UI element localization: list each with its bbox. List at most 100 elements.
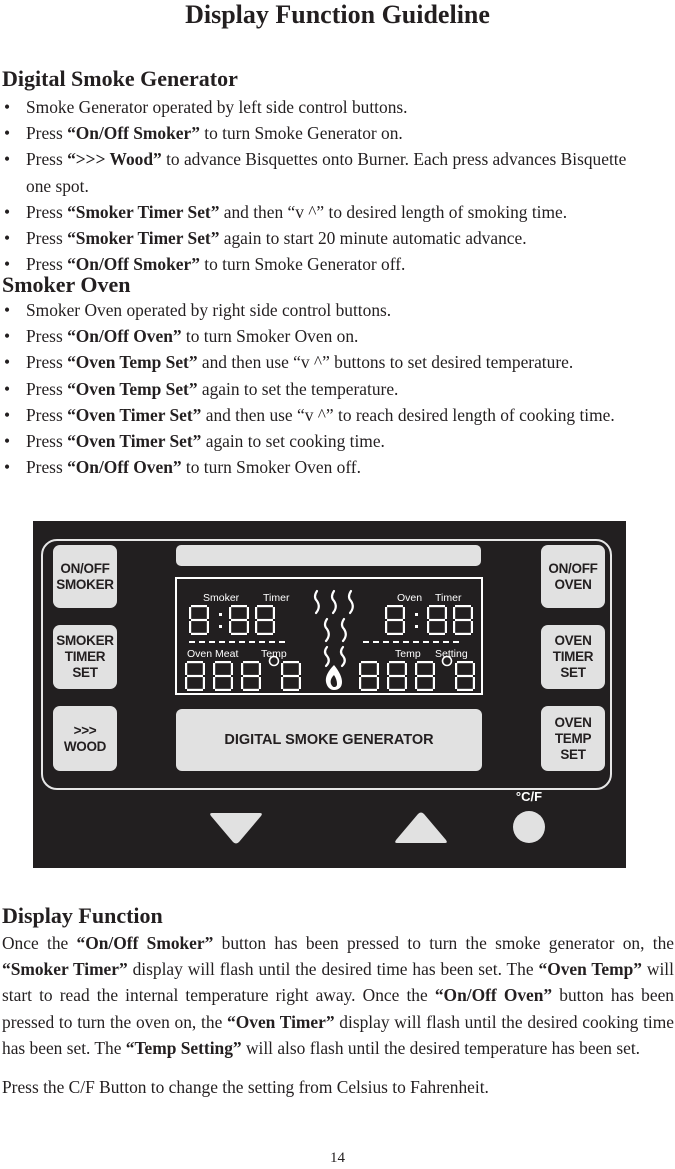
button-reference: “Oven Timer Set” [67, 431, 202, 452]
dash-segment [189, 641, 195, 643]
lcd-segment [387, 632, 403, 635]
lcd-segment [189, 607, 192, 619]
lcd-segment [230, 663, 233, 675]
instruction-text: to turn Smoke Generator on. [199, 123, 403, 144]
dash-segment [393, 641, 399, 643]
instruction-text: to turn Smoke Generator off. [199, 254, 406, 275]
dash-segment [453, 641, 459, 643]
instruction-text: again to start 20 minute automatic advan… [219, 228, 527, 249]
smoker-timer-label-1: Smoker [203, 592, 240, 604]
button-reference: “Oven Temp” [538, 959, 643, 980]
page-number: 14 [330, 1150, 345, 1166]
lcd-segment [432, 677, 435, 689]
lcd-segment [283, 688, 299, 691]
lcd-segment [429, 632, 445, 635]
instruction-item: • Smoke Generator operated by left side c… [0, 94, 675, 120]
dash-segment [259, 641, 265, 643]
instruction-item: • Smoker Oven operated by right side cont… [0, 297, 675, 323]
instruction-item: • Press “Oven Temp Set” and then use “v ^… [0, 349, 675, 375]
lcd-segment [202, 663, 205, 675]
button-reference: “Oven Timer” [227, 1011, 335, 1032]
dash-segment [373, 641, 379, 643]
lcd-segment [359, 677, 362, 689]
lcd-segment [272, 607, 275, 619]
bullet-icon: • [4, 404, 11, 425]
smoke-generator-instructions: • Smoke Generator operated by left side c… [0, 94, 675, 277]
on-off-smoker-button[interactable]: ON/OFF SMOKER [53, 545, 117, 608]
lcd-segment [185, 663, 188, 675]
instruction-item: • Press “>>> Wood” to advance Bisquettes … [0, 146, 675, 198]
instruction-text: Press [26, 431, 68, 452]
instruction-text: Press [26, 352, 68, 373]
paragraph-text: display will flash until the desired tim… [127, 959, 539, 980]
lcd-segment [361, 661, 377, 664]
lcd-segment [246, 607, 249, 619]
lcd-segment [272, 621, 275, 633]
lcd-segment [385, 607, 388, 619]
bullet-icon: • [4, 352, 11, 373]
lcd-segment [455, 605, 471, 608]
lcd-segment [257, 618, 273, 622]
dash-segment [423, 641, 429, 643]
instruction-text: Press [26, 201, 68, 222]
lcd-segment [231, 618, 247, 622]
bullet-icon: • [4, 123, 11, 144]
up-arrow-button[interactable] [393, 811, 449, 845]
button-reference: “>>> Wood” [67, 149, 162, 170]
dash-segment [199, 641, 205, 643]
triangle-down-icon [210, 813, 262, 844]
instruction-text: Smoke Generator operated by left side co… [26, 97, 408, 117]
lcd-segment [187, 674, 203, 678]
button-reference: “Smoker Timer Set” [67, 201, 220, 222]
instruction-text: Press [26, 228, 68, 249]
button-reference: “Oven Timer Set” [67, 404, 202, 425]
instruction-item: • Press “On/Off Oven” to turn Smoker Oven… [0, 454, 675, 480]
down-arrow-button[interactable] [208, 811, 264, 845]
lcd-segment [455, 632, 471, 635]
lcd-segment [427, 607, 430, 619]
lcd-segment [215, 688, 231, 691]
oven-timer-set-button[interactable]: OVEN TIMER SET [541, 625, 605, 689]
lcd-segment [432, 663, 435, 675]
lcd-segment [455, 663, 458, 675]
lcd-segment [402, 621, 405, 633]
instruction-item: • Press “Smoker Timer Set” again to start… [0, 225, 675, 251]
lcd-segment [387, 663, 390, 675]
lcd-segment [257, 632, 273, 635]
lcd-segment [191, 618, 207, 622]
dash-segment [249, 641, 255, 643]
lcd-segment [472, 677, 475, 689]
lcd-segment [229, 607, 232, 619]
display-function-paragraph: Once the “On/Off Smoker” button has been… [2, 930, 674, 1061]
lcd-segment [361, 688, 377, 691]
oven-temp-set-button[interactable]: OVEN TEMP SET [541, 706, 605, 771]
dash-segment [363, 641, 369, 643]
lcd-segment [402, 607, 405, 619]
instruction-text: again to set the temperature. [197, 378, 399, 399]
lcd-segment [230, 677, 233, 689]
lcd-segment [359, 663, 362, 675]
instruction-item: • Press “Oven Timer Set” and then use “v … [0, 402, 675, 428]
lcd-segment [415, 625, 418, 628]
smoker-timer-set-button[interactable]: SMOKER TIMER SET [53, 625, 117, 689]
lcd-segment [215, 661, 231, 664]
wood-advance-button[interactable]: >>> WOOD [53, 706, 117, 771]
bullet-icon: • [4, 326, 11, 347]
lcd-segment [361, 674, 377, 678]
lcd-segment [470, 621, 473, 633]
button-reference: “Smoker Timer Set” [67, 228, 220, 249]
button-reference: “On/Off Smoker” [76, 933, 214, 953]
oven-meat-label-1: Oven Meat [187, 648, 238, 660]
button-reference: “On/Off Oven” [67, 326, 182, 347]
lcd-segment [231, 632, 247, 635]
button-reference: “Oven Temp Set” [67, 352, 198, 373]
lcd-segment [243, 661, 259, 664]
lcd-segment [246, 621, 249, 633]
bullet-icon: • [4, 228, 11, 249]
lcd-segment [417, 688, 433, 691]
lcd-segment [429, 605, 445, 608]
on-off-oven-button[interactable]: ON/OFF OVEN [541, 545, 605, 608]
lcd-segment [257, 605, 273, 608]
lcd-segment [453, 621, 456, 633]
celsius-fahrenheit-button[interactable] [513, 811, 545, 843]
